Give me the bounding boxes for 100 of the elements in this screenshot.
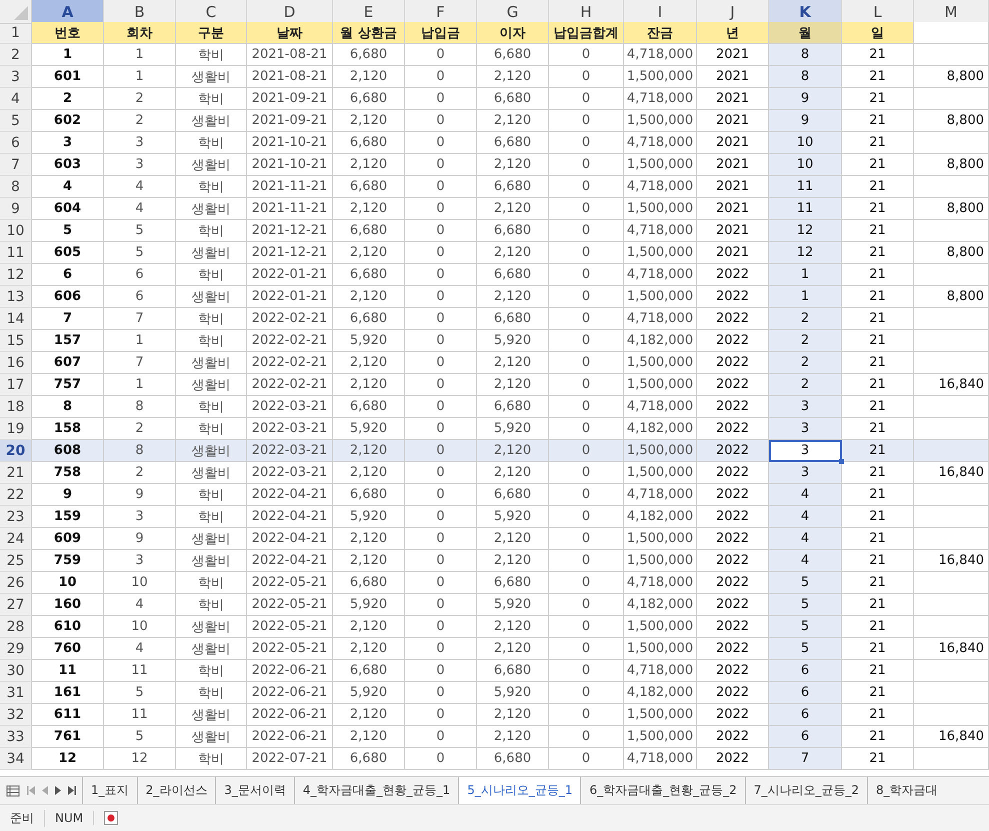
row-header[interactable]: 20 [0,440,32,462]
row-header[interactable]: 19 [0,418,32,440]
column-header[interactable]: C [176,0,247,24]
table-cell: 3 [32,132,104,154]
table-cell: 2022 [697,616,769,638]
select-all-corner[interactable] [0,0,32,24]
row-header[interactable]: 2 [0,44,32,66]
table-cell: 3 [104,132,176,154]
column-header[interactable]: F [405,0,477,24]
last-sheet-icon[interactable] [68,786,76,795]
row-header[interactable]: 7 [0,154,32,176]
row-header[interactable]: 1 [0,22,32,44]
column-header[interactable]: D [247,0,333,24]
row-header[interactable]: 12 [0,264,32,286]
table-cell: 2,120 [333,726,405,748]
row-header[interactable]: 17 [0,374,32,396]
row-header[interactable]: 14 [0,308,32,330]
table-cell: 1,500,000 [624,528,697,550]
row-header[interactable]: 24 [0,528,32,550]
row-header[interactable]: 4 [0,88,32,110]
row-header[interactable]: 6 [0,132,32,154]
sheet-tab[interactable]: 2_라이선스 [136,777,216,804]
table-cell: 7 [32,308,104,330]
row-header[interactable]: 3 [0,66,32,88]
row-header[interactable]: 25 [0,550,32,572]
table-cell: 0 [405,88,477,110]
table-cell: 학비 [176,220,247,242]
table-cell: 4,718,000 [624,44,697,66]
table-cell: 4 [769,550,842,572]
table-cell: 761 [32,726,104,748]
row-header[interactable]: 22 [0,484,32,506]
column-header[interactable]: K [769,0,842,24]
row-header[interactable]: 8 [0,176,32,198]
column-header[interactable]: H [549,0,624,24]
first-sheet-icon[interactable] [27,786,35,795]
column-header[interactable]: J [697,0,769,24]
table-cell: 1,500,000 [624,616,697,638]
row-header[interactable]: 31 [0,682,32,704]
column-header[interactable]: E [333,0,405,24]
next-sheet-icon[interactable] [55,786,61,795]
row-header[interactable]: 34 [0,748,32,770]
table-cell: 학비 [176,88,247,110]
row-header[interactable]: 10 [0,220,32,242]
table-cell: 생활비 [176,198,247,220]
row-header[interactable]: 11 [0,242,32,264]
table-cell: 8,800 [914,286,989,308]
table-cell: 9 [32,484,104,506]
table-cell: 1 [32,44,104,66]
record-macro-icon[interactable] [104,811,118,825]
row-header[interactable]: 27 [0,594,32,616]
table-cell: 6,680 [333,132,405,154]
row-header[interactable]: 21 [0,462,32,484]
table-cell: 2,120 [333,550,405,572]
table-cell: 1,500,000 [624,286,697,308]
row-header[interactable]: 16 [0,352,32,374]
column-header[interactable]: B [104,0,176,24]
table-cell: 1,500,000 [624,154,697,176]
row-header[interactable]: 5 [0,110,32,132]
column-title: 납입금합계 [549,22,624,44]
row-header[interactable]: 18 [0,396,32,418]
row-header[interactable]: 26 [0,572,32,594]
table-cell: 10 [769,132,842,154]
table-cell: 21 [842,572,914,594]
sheet-list-icon[interactable] [6,784,20,796]
row-header[interactable]: 30 [0,660,32,682]
table-cell: 0 [549,132,624,154]
table-cell: 2021 [697,220,769,242]
table-cell: 학비 [176,748,247,770]
row-header[interactable]: 15 [0,330,32,352]
table-cell: 16,840 [914,550,989,572]
table-cell: 604 [32,198,104,220]
sheet-tab[interactable]: 5_시나리오_균등_1 [458,777,580,804]
row-header[interactable]: 33 [0,726,32,748]
column-header[interactable]: M [914,0,989,24]
table-cell: 1,500,000 [624,462,697,484]
table-cell: 6,680 [333,484,405,506]
table-cell: 6,680 [477,264,549,286]
row-header[interactable]: 23 [0,506,32,528]
previous-sheet-icon[interactable] [42,786,48,795]
table-cell: 2022-04-21 [247,550,333,572]
table-cell: 0 [549,308,624,330]
table-cell: 2 [104,462,176,484]
table-cell: 6,680 [333,220,405,242]
column-header[interactable]: L [842,0,914,24]
column-header[interactable]: A [32,0,104,24]
table-cell: 21 [842,374,914,396]
column-header[interactable]: I [624,0,697,24]
fill-handle[interactable] [839,459,844,464]
row-header[interactable]: 9 [0,198,32,220]
row-header[interactable]: 13 [0,286,32,308]
table-cell: 2,120 [477,154,549,176]
table-cell: 21 [842,748,914,770]
table-cell: 10 [769,154,842,176]
table-cell: 12 [769,220,842,242]
table-cell: 2022 [697,462,769,484]
table-cell: 16,840 [914,374,989,396]
row-header[interactable]: 29 [0,638,32,660]
row-header[interactable]: 32 [0,704,32,726]
column-header[interactable]: G [477,0,549,24]
row-header[interactable]: 28 [0,616,32,638]
